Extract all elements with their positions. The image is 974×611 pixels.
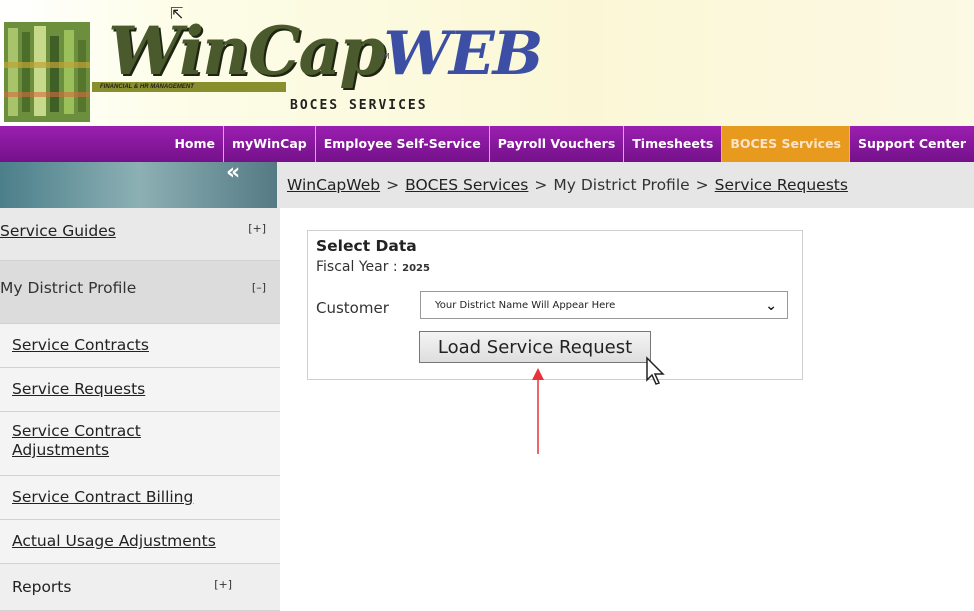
nav-support-center[interactable]: Support Center	[848, 126, 974, 162]
mouse-cursor-icon: ⇱	[170, 4, 184, 23]
fiscal-year-field: Fiscal Year : 2025	[316, 259, 430, 275]
sidebar-item-reports[interactable]: Reports [+]	[0, 564, 280, 611]
mouse-pointer-icon	[646, 356, 665, 385]
breadcrumb-my-district-profile: My District Profile	[553, 176, 690, 194]
load-service-request-button[interactable]: Load Service Request	[419, 331, 651, 363]
panel-title: Select Data	[316, 237, 417, 255]
customer-select-value: Your District Name Will Appear Here	[435, 300, 616, 311]
breadcrumb-boces-services[interactable]: BOCES Services	[405, 176, 528, 194]
collapse-sidebar-icon[interactable]: «	[226, 162, 250, 184]
app-header: WinCapWEB TM FINANCIAL & HR MANAGEMENT B…	[0, 0, 974, 126]
breadcrumb: WinCapWeb > BOCES Services > My District Pro…	[287, 176, 848, 194]
fiscal-year-label: Fiscal Year :	[316, 259, 398, 275]
nav-employee-self-service[interactable]: Employee Self-Service	[314, 126, 489, 162]
collapse-toggle[interactable]: [–]	[252, 281, 266, 294]
sidebar: Service Guides [+] My District Profile […	[0, 208, 280, 611]
breadcrumb-service-requests[interactable]: Service Requests	[715, 176, 848, 194]
brand-name-2: WEB	[383, 19, 543, 89]
breadcrumb-separator: >	[386, 176, 400, 194]
expand-toggle[interactable]: [+]	[248, 222, 266, 235]
sidebar-label-reports[interactable]: Reports	[12, 578, 71, 596]
nav-timesheets[interactable]: Timesheets	[623, 126, 721, 162]
nav-mywincap[interactable]: myWinCap	[223, 126, 315, 162]
sidebar-item-service-contract-adjustments[interactable]: Service Contract Adjustments	[0, 412, 280, 476]
breadcrumb-separator: >	[695, 176, 709, 194]
sidebar-section-my-district-profile[interactable]: My District Profile [–]	[0, 261, 280, 324]
nav-payroll-vouchers[interactable]: Payroll Vouchers	[488, 126, 624, 162]
sidebar-item-service-contract-billing[interactable]: Service Contract Billing	[0, 476, 280, 520]
customer-select[interactable]: Your District Name Will Appear Here ⌄	[420, 291, 788, 319]
sidebar-item-service-contracts[interactable]: Service Contracts	[0, 324, 280, 368]
select-data-panel: Select Data Fiscal Year : 2025 Customer …	[307, 230, 803, 380]
sidebar-link-actual-usage-adjustments[interactable]: Actual Usage Adjustments	[12, 532, 216, 550]
chevron-down-icon: ⌄	[765, 298, 777, 314]
nav-boces-services[interactable]: BOCES Services	[721, 126, 849, 162]
sidebar-item-service-guides[interactable]: Service Guides	[0, 222, 116, 240]
nav-home[interactable]: Home	[166, 126, 223, 162]
sidebar-item-service-requests[interactable]: Service Requests	[0, 368, 280, 412]
breadcrumb-wincapweb[interactable]: WinCapWeb	[287, 176, 380, 194]
main-nav: Home myWinCap Employee Self-Service Payr…	[0, 126, 974, 162]
sidebar-item-my-district-profile[interactable]: My District Profile	[0, 279, 136, 297]
logo-image	[4, 22, 90, 122]
sidebar-link-service-contracts[interactable]: Service Contracts	[12, 336, 149, 354]
brand-tagline: FINANCIAL & HR MANAGEMENT	[92, 82, 286, 92]
annotation-arrow-icon	[532, 368, 544, 454]
fiscal-year-value: 2025	[402, 263, 430, 274]
expand-toggle[interactable]: [+]	[214, 578, 232, 591]
breadcrumb-separator: >	[534, 176, 548, 194]
sidebar-link-service-contract-billing[interactable]: Service Contract Billing	[12, 488, 193, 506]
brand-subtitle: BOCES SERVICES	[290, 98, 428, 113]
sidebar-link-service-requests[interactable]: Service Requests	[12, 380, 145, 398]
breadcrumb-bar: WinCapWeb > BOCES Services > My District Pro…	[277, 162, 974, 208]
sidebar-link-service-contract-adjustments[interactable]: Service Contract Adjustments	[12, 422, 192, 460]
brand-logo: WinCapWEB	[108, 18, 543, 84]
sidebar-header: «	[0, 162, 277, 208]
sidebar-item-actual-usage-adjustments[interactable]: Actual Usage Adjustments	[0, 520, 280, 564]
sidebar-section-service-guides[interactable]: Service Guides [+]	[0, 208, 280, 261]
brand-name-1: WinCap	[108, 12, 385, 90]
customer-label: Customer	[316, 299, 389, 317]
brand-trademark: TM	[378, 52, 390, 61]
